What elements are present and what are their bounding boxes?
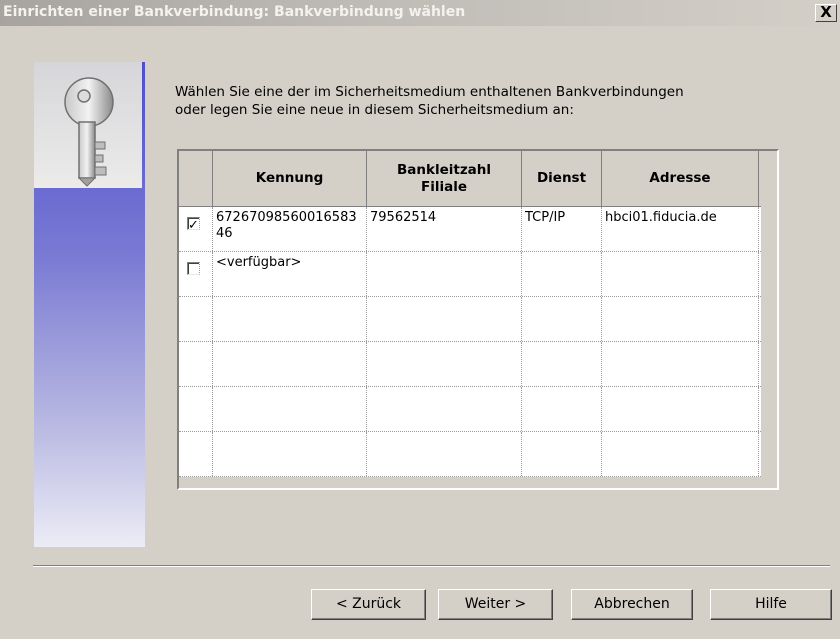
instruction-text: Wählen Sie eine der im Sicherheitsmedium… <box>175 83 775 119</box>
button-separator <box>33 565 830 567</box>
table-row[interactable] <box>179 432 761 477</box>
cell-kennung: <verfügbar> <box>213 252 367 296</box>
window-title: Einrichten einer Bankverbindung: Bankver… <box>3 4 466 20</box>
title-bar[interactable]: Einrichten einer Bankverbindung: Bankver… <box>0 0 840 26</box>
cell-blz <box>367 342 522 386</box>
wizard-side-panel <box>34 62 145 547</box>
header-check[interactable] <box>179 151 213 206</box>
cell-dienst <box>522 432 602 476</box>
cell-dienst <box>522 342 602 386</box>
header-blz-line2: Filiale <box>421 178 467 195</box>
row-checkbox[interactable] <box>187 262 200 275</box>
header-dienst[interactable]: Dienst <box>522 151 602 206</box>
back-button[interactable]: < Zurück <box>311 589 426 620</box>
close-button[interactable]: X <box>815 4 837 22</box>
cell-dienst <box>522 297 602 341</box>
cell-blz <box>367 387 522 431</box>
cell-kennung <box>213 342 367 386</box>
cell-adresse <box>602 432 759 476</box>
cell-blz: 79562514 <box>367 207 522 251</box>
cell-dienst <box>522 387 602 431</box>
table-row[interactable] <box>179 387 761 432</box>
cell-adresse <box>602 252 759 296</box>
cell-adresse: hbci01.fiducia.de <box>602 207 759 251</box>
cell-dienst <box>522 252 602 296</box>
table-row[interactable] <box>179 297 761 342</box>
cell-kennung <box>213 387 367 431</box>
help-button[interactable]: Hilfe <box>710 589 832 620</box>
table-row[interactable]: ✓ 6726709856001658346 79562514 TCP/IP hb… <box>179 207 761 252</box>
cell-blz <box>367 252 522 296</box>
table-header: Kennung Bankleitzahl Filiale Dienst Adres… <box>179 151 761 207</box>
cell-kennung <box>213 432 367 476</box>
cell-kennung: 6726709856001658346 <box>213 207 367 251</box>
cell-dienst: TCP/IP <box>522 207 602 251</box>
instruction-line-1: Wählen Sie eine der im Sicherheitsmedium… <box>175 84 684 100</box>
cell-adresse <box>602 387 759 431</box>
table-row[interactable]: <verfügbar> <box>179 252 761 297</box>
table-grid: Kennung Bankleitzahl Filiale Dienst Adres… <box>179 151 761 477</box>
key-icon <box>64 77 114 187</box>
header-blz-line1: Bankleitzahl <box>396 161 492 178</box>
header-adresse[interactable]: Adresse <box>602 151 759 206</box>
bank-connections-table[interactable]: Kennung Bankleitzahl Filiale Dienst Adres… <box>177 149 779 490</box>
cell-adresse <box>602 297 759 341</box>
next-button[interactable]: Weiter > <box>438 589 553 620</box>
header-bankleitzahl[interactable]: Bankleitzahl Filiale <box>367 151 522 206</box>
table-row[interactable] <box>179 342 761 387</box>
key-icon-box <box>34 62 142 188</box>
cell-adresse <box>602 342 759 386</box>
cell-kennung <box>213 297 367 341</box>
header-kennung[interactable]: Kennung <box>213 151 367 206</box>
instruction-line-2: oder legen Sie eine neue in diesem Siche… <box>175 102 574 118</box>
cell-blz <box>367 432 522 476</box>
cancel-button[interactable]: Abbrechen <box>571 589 693 620</box>
row-checkbox[interactable]: ✓ <box>187 217 200 230</box>
cell-blz <box>367 297 522 341</box>
